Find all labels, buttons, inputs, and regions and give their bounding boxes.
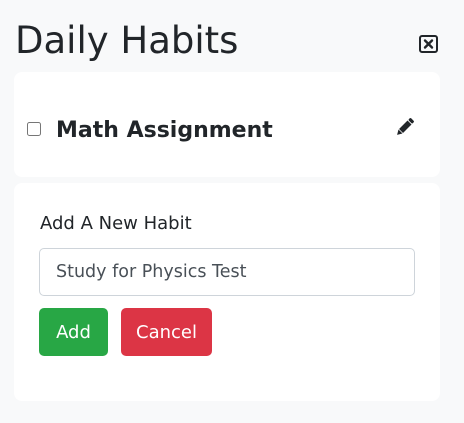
edit-habit-button[interactable] (393, 115, 417, 139)
pencil-icon (397, 118, 414, 135)
close-button[interactable] (418, 34, 440, 54)
form-label: Add A New Habit (40, 213, 192, 234)
page-title: Daily Habits (15, 19, 239, 62)
add-button[interactable]: Add (39, 308, 108, 356)
cancel-button[interactable]: Cancel (121, 308, 212, 356)
habit-checkbox[interactable] (27, 122, 41, 136)
habit-card: Math Assignment (14, 72, 440, 177)
add-habit-form: Add A New Habit Add Cancel (14, 183, 440, 401)
habit-name-input[interactable] (39, 248, 415, 296)
habit-name: Math Assignment (56, 118, 273, 143)
close-square-icon (419, 35, 438, 53)
